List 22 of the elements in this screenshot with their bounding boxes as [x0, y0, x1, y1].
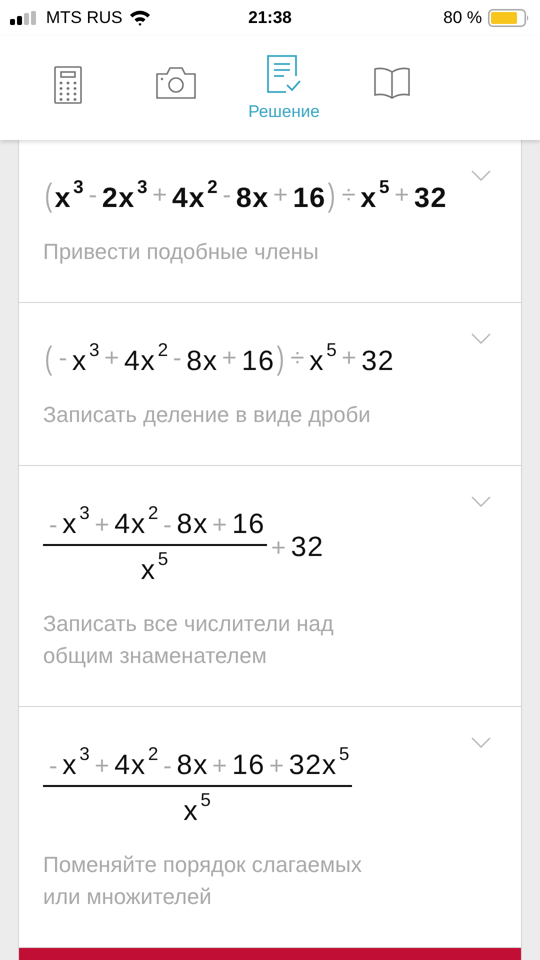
clock-time: 21:38 [248, 8, 292, 28]
math-formula: -x$^{3}$+4x$^{2}$-8x+16+32x$^{5}$ x$^{5}$ [43, 743, 352, 827]
battery-icon [488, 9, 530, 27]
step-hint: Записать все числители над общим знаменателем [43, 610, 335, 670]
chevron-down-icon[interactable] [471, 170, 491, 181]
chevron-down-icon[interactable] [471, 496, 491, 507]
math-formula: (x$^{3}$-2x$^{3}$+4x$^{2}$-8x+16) ÷x$^{5}$+32 [44, 176, 448, 214]
battery-percent: 80 % [443, 8, 482, 28]
tab[interactable]: Решение [230, 36, 338, 140]
step-hint: Записать деление в виде дроби [43, 401, 372, 429]
wifi-icon [128, 10, 150, 26]
math-formula: -x$^{3}$+4x$^{2}$-8x+16 x$^{5}$ +32 [43, 502, 324, 586]
carrier-name: MTS RUS [46, 8, 122, 28]
step-hint: Привести подобные члены [43, 238, 320, 266]
step-hint: Поменяйте порядок слагаемых или множителей [43, 851, 363, 911]
chevron-down-icon[interactable] [471, 737, 491, 748]
math-formula: ( -x$^{3}$+4x$^{2}$-8x+16) ÷x$^{5}$+32 [44, 339, 395, 377]
chevron-down-icon[interactable] [471, 333, 491, 344]
document-check-icon [266, 54, 302, 94]
calculator-icon [54, 66, 82, 104]
book-icon [373, 66, 411, 100]
camera-icon [155, 66, 197, 100]
